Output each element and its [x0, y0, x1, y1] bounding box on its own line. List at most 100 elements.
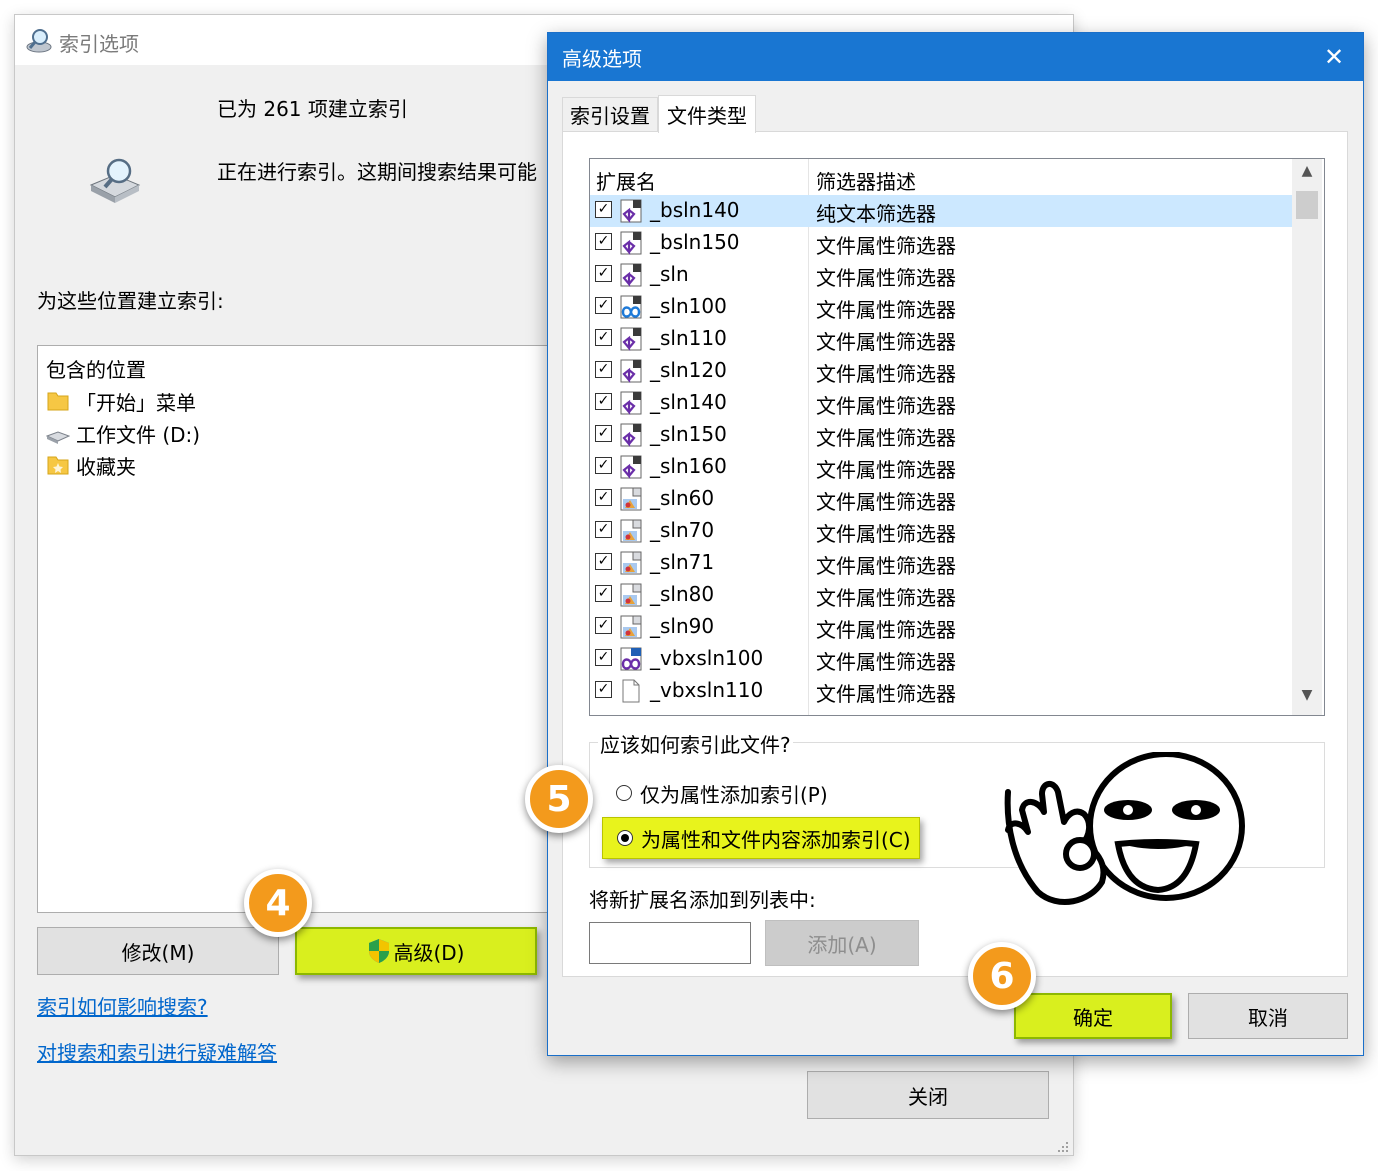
how-to-index-legend: 应该如何索引此文件? — [598, 729, 793, 758]
file-type-row[interactable]: ✓ _sln71 文件属性筛选器 — [590, 547, 1292, 579]
vs-solution-icon — [620, 231, 642, 256]
vs-legacy-icon — [620, 551, 642, 575]
file-type-row[interactable]: ✓ _bsln150 文件属性筛选器 — [590, 227, 1292, 259]
file-type-row[interactable]: ✓ _sln120 文件属性筛选器 — [590, 355, 1292, 387]
file-type-checkbox[interactable]: ✓ — [595, 489, 612, 506]
filter-description: 纯文本筛选器 — [816, 202, 936, 226]
file-type-row[interactable]: ✓ _vbxsln100 文件属性筛选器 — [590, 643, 1292, 675]
radio-label: 仅为属性添加索引(P) — [640, 782, 828, 807]
locations-list[interactable]: 包含的位置 「开始」菜单 工作文件 (D:) 收藏夹 — [37, 345, 559, 913]
radio-index-properties-only[interactable]: 仅为属性添加索引(P) — [602, 773, 836, 813]
location-item[interactable]: 工作文件 (D:) — [46, 418, 200, 448]
file-type-row[interactable]: ✓ _sln160 文件属性筛选器 — [590, 451, 1292, 483]
file-type-checkbox[interactable]: ✓ — [595, 425, 612, 442]
file-type-row[interactable]: ✓ _vbxsln110 文件属性筛选器 — [590, 675, 1292, 707]
file-type-row[interactable]: ✓ _sln 文件属性筛选器 — [590, 259, 1292, 291]
vertical-scrollbar[interactable]: ▲ ▼ — [1292, 159, 1322, 715]
file-type-row[interactable]: ✓ _sln100 文件属性筛选器 — [590, 291, 1292, 323]
ok-button[interactable]: 确定 — [1014, 993, 1172, 1039]
file-extension: _vbxsln110 — [650, 678, 764, 702]
modify-button[interactable]: 修改(M) — [37, 927, 279, 975]
file-type-row[interactable]: ✓ _sln60 文件属性筛选器 — [590, 483, 1292, 515]
file-type-checkbox[interactable]: ✓ — [595, 201, 612, 218]
add-extension-label: 将新扩展名添加到列表中: — [589, 888, 816, 912]
file-type-checkbox[interactable]: ✓ — [595, 521, 612, 538]
file-type-row[interactable]: ✓ _sln110 文件属性筛选器 — [590, 323, 1292, 355]
uac-shield-icon — [369, 939, 390, 963]
vs-solution-icon — [620, 423, 642, 448]
location-item[interactable]: 「开始」菜单 — [46, 386, 196, 416]
file-type-checkbox[interactable]: ✓ — [595, 361, 612, 378]
file-type-checkbox[interactable]: ✓ — [595, 681, 612, 698]
indexed-count: 已为 261 项建立索引 — [217, 97, 408, 121]
step-badge-6: 6 — [968, 942, 1036, 1010]
filter-description: 文件属性筛选器 — [816, 522, 956, 546]
cancel-button[interactable]: 取消 — [1188, 993, 1348, 1039]
filter-description: 文件属性筛选器 — [816, 586, 956, 610]
radio-index-properties-and-content[interactable]: 为属性和文件内容添加索引(C) — [602, 817, 920, 859]
resize-grip-icon[interactable] — [1055, 1139, 1069, 1153]
filter-description: 文件属性筛选器 — [816, 554, 956, 578]
file-type-row[interactable]: ✓ _sln80 文件属性筛选器 — [590, 579, 1292, 611]
column-header-extension[interactable]: 扩展名 — [596, 166, 656, 195]
advanced-button-label: 高级(D) — [393, 940, 465, 965]
dialog-title: 高级选项 — [562, 47, 642, 71]
file-type-checkbox[interactable]: ✓ — [595, 233, 612, 250]
tab-file-types[interactable]: 文件类型 — [658, 95, 756, 133]
vs-solution-icon — [620, 455, 642, 480]
locations-heading: 为这些位置建立索引: — [37, 289, 224, 313]
file-type-checkbox[interactable]: ✓ — [595, 297, 612, 314]
vs-legacy-icon — [620, 615, 642, 639]
file-type-row[interactable]: ✓ _sln150 文件属性筛选器 — [590, 419, 1292, 451]
add-extension-button[interactable]: 添加(A) — [765, 920, 919, 966]
file-type-checkbox[interactable]: ✓ — [595, 585, 612, 602]
filter-description: 文件属性筛选器 — [816, 490, 956, 514]
close-icon[interactable]: ✕ — [1313, 37, 1355, 77]
tab-index-settings[interactable]: 索引设置 — [562, 97, 658, 131]
file-type-checkbox[interactable]: ✓ — [595, 329, 612, 346]
file-extension: _sln110 — [650, 326, 727, 350]
radio-button-selected[interactable] — [617, 830, 633, 846]
vs-solution-icon — [620, 359, 642, 384]
how-indexing-affects-search-link[interactable]: 索引如何影响搜索? — [37, 991, 208, 1020]
dialog-titlebar: 高级选项 ✕ — [548, 33, 1363, 81]
filter-description: 文件属性筛选器 — [816, 618, 956, 642]
file-extension: _sln71 — [650, 550, 715, 574]
window-title: 索引选项 — [59, 32, 139, 56]
scroll-down-icon[interactable]: ▼ — [1292, 687, 1322, 709]
vs-solution-icon — [620, 263, 642, 288]
file-type-row[interactable]: ✓ _sln140 文件属性筛选器 — [590, 387, 1292, 419]
scrollbar-thumb[interactable] — [1296, 191, 1318, 219]
step-badge-4: 4 — [244, 869, 312, 937]
file-types-list[interactable]: 扩展名 筛选器描述 ✓ _bsln140 纯文本筛选器 ✓ _bsln150 文件属性筛选… — [589, 158, 1325, 716]
column-header-filter-description[interactable]: 筛选器描述 — [816, 166, 916, 195]
location-item[interactable]: 收藏夹 — [46, 450, 136, 480]
location-label: 收藏夹 — [76, 454, 136, 479]
troubleshoot-search-link[interactable]: 对搜索和索引进行疑难解答 — [37, 1037, 277, 1066]
filter-description: 文件属性筛选器 — [816, 298, 956, 322]
file-type-row[interactable]: ✓ _sln90 文件属性筛选器 — [590, 611, 1292, 643]
advanced-button[interactable]: 高级(D) — [295, 927, 537, 975]
filter-description: 文件属性筛选器 — [816, 362, 956, 386]
file-type-checkbox[interactable]: ✓ — [595, 457, 612, 474]
file-type-checkbox[interactable]: ✓ — [595, 617, 612, 634]
vs-legacy-icon — [620, 583, 642, 607]
file-extension: _sln150 — [650, 422, 727, 446]
radio-label: 为属性和文件内容添加索引(C) — [641, 827, 911, 852]
scroll-up-icon[interactable]: ▲ — [1292, 163, 1322, 185]
location-label: 「开始」菜单 — [76, 390, 196, 415]
file-type-checkbox[interactable]: ✓ — [595, 265, 612, 282]
new-extension-input[interactable] — [589, 922, 751, 964]
close-button[interactable]: 关闭 — [807, 1071, 1049, 1119]
file-type-row[interactable]: ✓ _sln70 文件属性筛选器 — [590, 515, 1292, 547]
file-type-checkbox[interactable]: ✓ — [595, 393, 612, 410]
file-type-checkbox[interactable]: ✓ — [595, 553, 612, 570]
vs-solution-icon — [620, 199, 642, 224]
blank-file-icon — [622, 679, 640, 703]
file-type-row[interactable]: ✓ _bsln140 纯文本筛选器 — [590, 195, 1292, 227]
file-type-checkbox[interactable]: ✓ — [595, 649, 612, 666]
start-menu-folder-icon — [47, 392, 69, 411]
radio-button[interactable] — [616, 785, 632, 801]
filter-description: 文件属性筛选器 — [816, 682, 956, 706]
file-extension: _vbxsln100 — [650, 646, 764, 670]
